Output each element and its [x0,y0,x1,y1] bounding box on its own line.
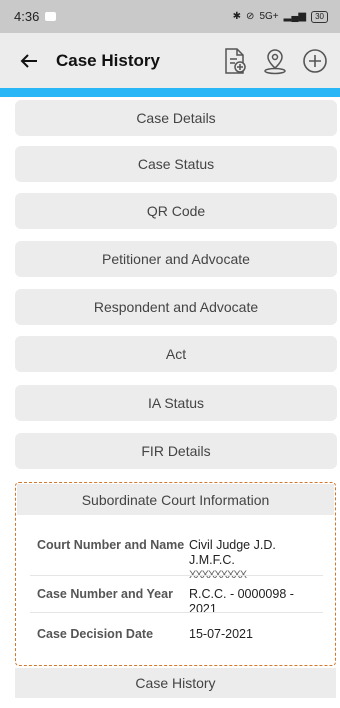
accent-bar [0,88,340,97]
location-button[interactable] [258,44,292,78]
subordinate-court-panel: Subordinate Court Information Court Numb… [15,482,336,666]
plus-circle-icon [303,48,327,73]
qr-code-button[interactable]: QR Code [15,193,337,229]
back-button[interactable] [16,48,42,74]
add-button[interactable] [298,44,332,78]
status-bar: 4:36 ✱ ⊘ 5G+ ▂▄▆ 30 [0,0,340,33]
act-button[interactable]: Act [15,336,337,372]
document-add-icon [225,47,246,74]
info-row: Court Number and Name Civil Judge J.D. J… [16,538,335,583]
respondent-advocate-button[interactable]: Respondent and Advocate [15,289,337,325]
map-pin-icon [264,48,286,74]
court-name-text: Civil Judge J.D. J.M.F.C. [189,538,276,567]
row-divider [30,575,323,576]
court-number-label: Court Number and Name [37,538,185,552]
info-row: Case Decision Date 15-07-2021 [16,627,335,642]
signal-icon: ▂▄▆ [283,11,307,22]
petitioner-advocate-button[interactable]: Petitioner and Advocate [15,241,337,277]
case-status-button[interactable]: Case Status [15,146,337,182]
page-title: Case History [56,50,160,70]
battery-indicator: 30 [311,10,328,23]
app-bar: Case History [0,33,340,88]
subordinate-court-header[interactable]: Subordinate Court Information [17,484,334,515]
status-time: 4:36 [14,9,40,24]
case-number-label: Case Number and Year [37,587,173,601]
bluetooth-icon: ✱ [232,11,242,22]
decision-date-value: 15-07-2021 [189,627,253,641]
fir-details-button[interactable]: FIR Details [15,433,337,469]
court-number-value: Civil Judge J.D. J.M.F.C. XXXXXXXXX [189,538,323,583]
case-details-button[interactable]: Case Details [15,100,337,136]
case-history-button[interactable]: Case History [15,668,336,698]
network-label: 5G+ [259,11,279,22]
notification-icon [45,12,57,21]
document-add-button[interactable] [218,44,252,78]
link-icon: ⊘ [246,11,255,22]
back-arrow-icon [20,53,37,68]
ia-status-button[interactable]: IA Status [15,385,337,421]
decision-date-label: Case Decision Date [37,627,154,641]
row-divider [30,612,323,613]
